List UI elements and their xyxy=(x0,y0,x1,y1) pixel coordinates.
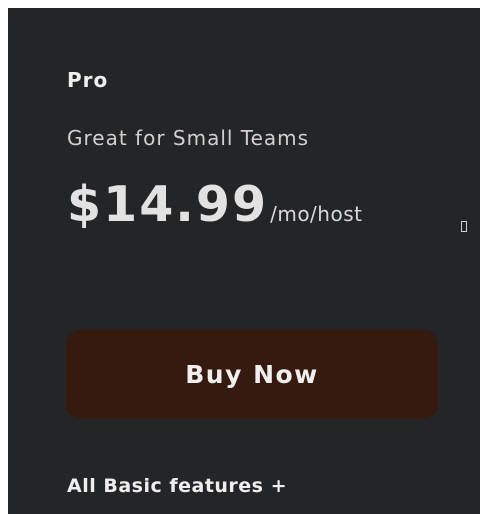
buy-now-button[interactable]: Buy Now xyxy=(66,330,438,419)
plan-name: Pro xyxy=(67,68,109,92)
price-amount: $14.99 xyxy=(67,176,269,233)
pricing-card: Pro Great for Small Teams $14.99 /mo/hos… xyxy=(8,8,480,514)
price-unit: /mo/host xyxy=(270,202,363,226)
plan-tagline: Great for Small Teams xyxy=(67,126,310,150)
features-heading: All Basic features + xyxy=(67,475,288,497)
missing-glyph-icon xyxy=(461,221,467,232)
price-row: $14.99 /mo/host xyxy=(67,176,362,233)
